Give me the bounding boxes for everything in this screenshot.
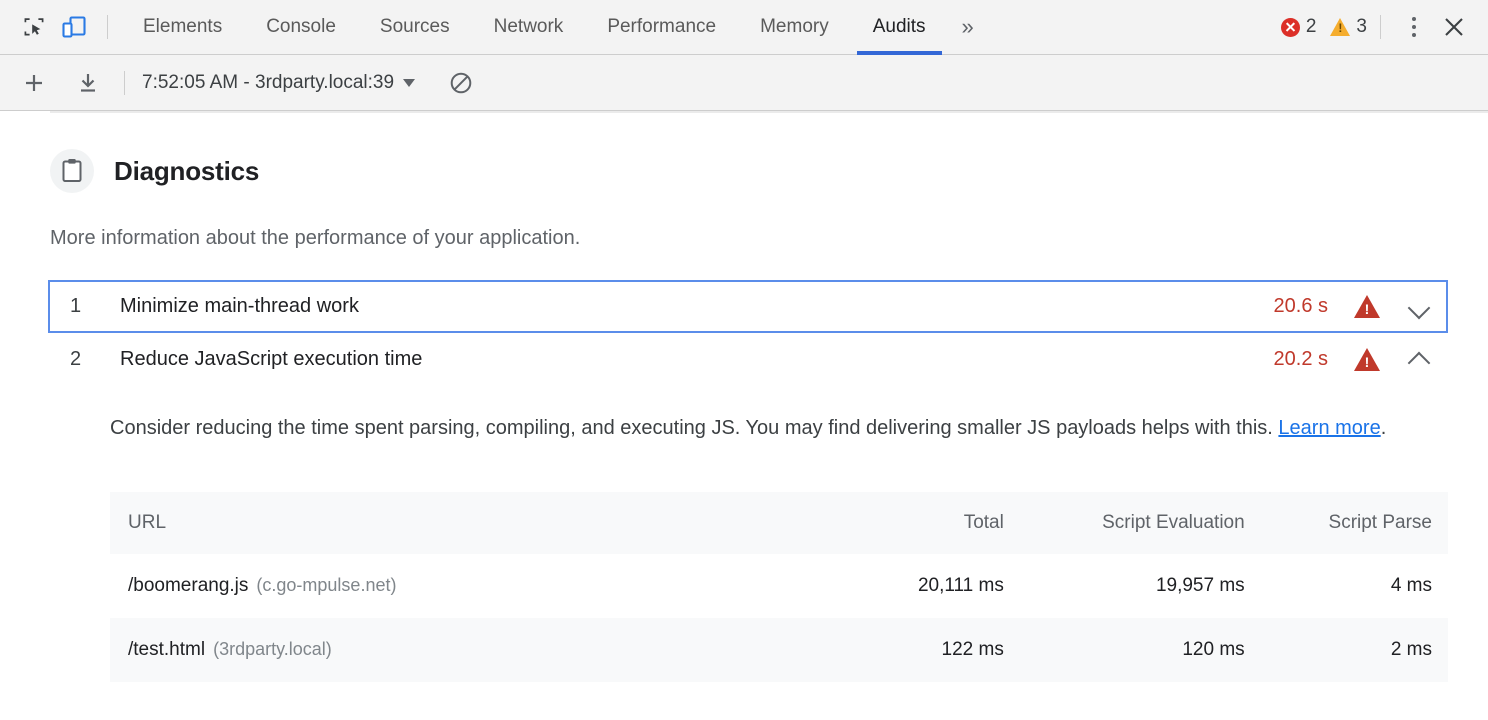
cell-url: /boomerang.js (c.go-mpulse.net): [110, 554, 806, 618]
tab-label: Memory: [760, 16, 829, 37]
column-header-script-evaluation: Script Evaluation: [1102, 512, 1245, 533]
cell-script-evaluation: 19,957 ms: [1155, 575, 1245, 596]
report-selector[interactable]: 7:52:05 AM - 3rdparty.local:39: [138, 72, 419, 94]
toolbar-divider: [107, 15, 108, 39]
column-header-script-parse: Script Parse: [1328, 512, 1432, 533]
panel-tabs: Elements Console Sources Network Perform…: [121, 0, 1281, 55]
close-icon[interactable]: [1434, 7, 1474, 47]
audit-title: Minimize main-thread work: [120, 295, 359, 317]
results-table: URL Total Script Evaluation Script Parse…: [110, 492, 1448, 682]
page-title: Diagnostics: [114, 155, 260, 186]
diagnostics-section-header: Diagnostics: [0, 111, 1488, 193]
audits-toolbar: 7:52:05 AM - 3rdparty.local:39: [0, 55, 1488, 111]
learn-more-link[interactable]: Learn more: [1278, 417, 1380, 439]
clear-all-icon[interactable]: [441, 63, 481, 103]
table-row: /test.html (3rdparty.local) 122 ms 120 ms…: [110, 618, 1448, 682]
error-count: 2: [1305, 16, 1317, 37]
warning-icon: [1330, 18, 1351, 36]
audit-detail-panel: Consider reducing the time spent parsing…: [0, 412, 1488, 682]
tab-label: Console: [266, 16, 336, 37]
inspect-cursor-icon[interactable]: [14, 7, 54, 47]
table-row: /boomerang.js (c.go-mpulse.net) 20,111 ms…: [110, 554, 1448, 618]
audit-score: 20.6 s: [1273, 295, 1328, 317]
warning-triangle-icon: [1354, 295, 1380, 318]
toolbar-divider-2: [1380, 15, 1381, 39]
tab-label: Elements: [143, 16, 223, 37]
url-host: (3rdparty.local): [213, 639, 332, 659]
audit-row-reduce-javascript-execution-time[interactable]: 2 Reduce JavaScript execution time 20.2 …: [48, 333, 1448, 386]
report-selector-label: 7:52:05 AM - 3rdparty.local:39: [142, 71, 395, 93]
cell-script-evaluation: 120 ms: [1182, 639, 1245, 660]
column-header-url: URL: [128, 512, 167, 533]
chevron-down-icon: [403, 78, 416, 87]
warning-count: 3: [1356, 16, 1367, 37]
download-report-button[interactable]: [68, 63, 108, 103]
chevron-down-icon[interactable]: [1408, 296, 1430, 318]
audit-row-minimize-main-thread-work[interactable]: 1 Minimize main-thread work 20.6 s: [48, 280, 1448, 333]
audit-report-body: Diagnostics More information about the p…: [0, 111, 1488, 719]
audit-index: 1: [70, 295, 82, 317]
audit-description: Consider reducing the time spent parsing…: [110, 412, 1400, 444]
tab-sources[interactable]: Sources: [358, 0, 472, 55]
more-tabs-glyph: »: [961, 14, 974, 39]
devtools-tab-bar: Elements Console Sources Network Perform…: [0, 0, 1488, 55]
tab-label: Audits: [872, 16, 926, 37]
issues-counter[interactable]: 2 3: [1280, 16, 1367, 38]
cell-total: 20,111 ms: [917, 575, 1004, 596]
tab-console[interactable]: Console: [244, 0, 358, 55]
audit-score: 20.2 s: [1273, 348, 1328, 370]
error-icon: [1280, 17, 1300, 37]
tab-elements[interactable]: Elements: [121, 0, 244, 55]
tab-label: Network: [493, 16, 564, 37]
tab-label: Performance: [607, 16, 717, 37]
clipboard-icon: [50, 149, 94, 193]
tab-audits[interactable]: Audits: [851, 0, 948, 55]
tab-network[interactable]: Network: [472, 0, 586, 55]
cell-script-parse: 4 ms: [1390, 575, 1432, 596]
more-options-icon[interactable]: [1394, 7, 1434, 47]
audit-index: 2: [70, 348, 82, 370]
warning-triangle-icon: [1354, 348, 1380, 371]
table-header-row: URL Total Script Evaluation Script Parse: [110, 492, 1448, 554]
new-audit-button[interactable]: [14, 63, 54, 103]
column-header-total: Total: [963, 512, 1004, 533]
audit-description-before-link: Consider reducing the time spent parsing…: [110, 417, 1279, 439]
more-tabs-icon[interactable]: »: [948, 0, 988, 55]
url-path: /boomerang.js: [128, 575, 249, 596]
device-toolbar-icon[interactable]: [54, 7, 94, 47]
cell-script-parse: 2 ms: [1390, 639, 1432, 660]
url-path: /test.html: [128, 639, 206, 660]
chevron-up-icon[interactable]: [1408, 349, 1430, 371]
audit-description-after-link: .: [1380, 417, 1387, 439]
audit-title: Reduce JavaScript execution time: [120, 348, 423, 370]
audit-list: 1 Minimize main-thread work 20.6 s 2 Red…: [0, 280, 1488, 386]
url-host: (c.go-mpulse.net): [256, 575, 397, 595]
audits-toolbar-divider: [124, 70, 125, 95]
tab-memory[interactable]: Memory: [738, 0, 851, 55]
section-description: More information about the performance o…: [50, 227, 581, 249]
scroll-divider: [50, 111, 1488, 113]
tab-performance[interactable]: Performance: [585, 0, 738, 55]
kebab-dots: [1412, 17, 1416, 37]
cell-total: 122 ms: [941, 639, 1004, 660]
cell-url: /test.html (3rdparty.local): [110, 618, 806, 682]
tab-label: Sources: [379, 16, 450, 37]
